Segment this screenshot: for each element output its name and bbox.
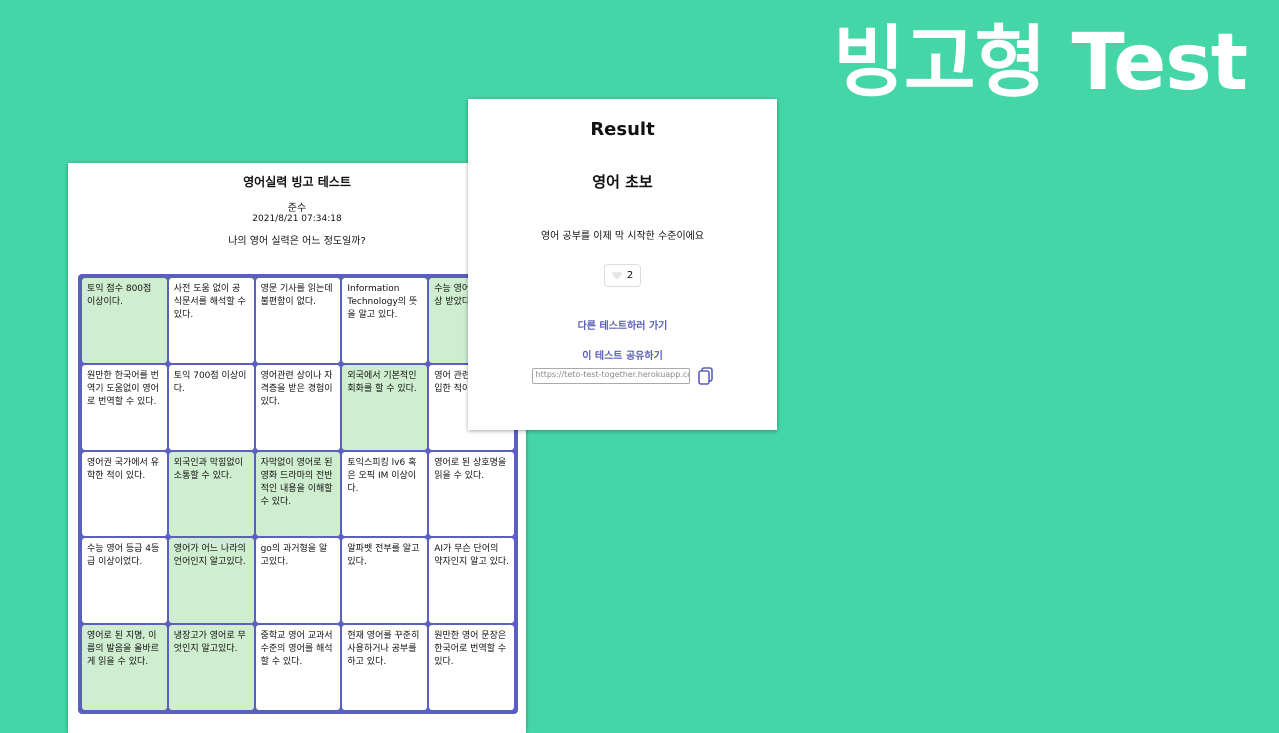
bingo-cell[interactable]: 사전 도움 없이 공식문서를 해석할 수 있다. xyxy=(168,278,254,363)
result-level: 영어 초보 xyxy=(592,173,653,191)
result-card: Result 영어 초보 영어 공부를 이제 막 시작한 수준이에요 2 다른 … xyxy=(468,99,777,430)
share-row: https://teto-test-together.herokuapp.com… xyxy=(468,367,777,385)
bingo-card: 영어실력 빙고 테스트 준수 2021/8/21 07:34:18 나의 영어 … xyxy=(68,163,526,733)
share-url-input[interactable]: https://teto-test-together.herokuapp.com… xyxy=(531,368,690,384)
bingo-cell[interactable]: Information Technology의 뜻을 알고 있다. xyxy=(342,278,428,363)
bingo-cell[interactable]: go의 과거형을 알고있다. xyxy=(255,538,341,624)
bingo-cell[interactable]: 현재 영어를 꾸준히 사용하거나 공부를 하고 있다. xyxy=(342,625,428,710)
bingo-cell[interactable]: 영어관련 상이나 자격증을 받은 경험이 있다. xyxy=(255,364,341,450)
bingo-cell[interactable]: 외국에서 기본적인 회화를 할 수 있다. xyxy=(342,364,428,450)
bingo-cell[interactable]: 영어로 된 상호명을 읽을 수 있다. xyxy=(429,451,514,537)
bingo-cell[interactable]: 영어로 된 지명, 이름의 발음을 올바르게 읽을 수 있다. xyxy=(82,625,167,710)
bingo-cell[interactable]: 영어가 어느 나라의 언어인지 알고있다. xyxy=(168,538,254,624)
bingo-question: 나의 영어 실력은 어느 정도일까? xyxy=(228,236,366,247)
result-description: 영어 공부를 이제 막 시작한 수준이에요 xyxy=(540,231,705,242)
heart-icon xyxy=(612,271,622,280)
bingo-title: 영어실력 빙고 테스트 xyxy=(243,175,351,189)
result-title: Result xyxy=(590,119,655,140)
bingo-cell[interactable]: 외국인과 막힘없이 소통할 수 있다. xyxy=(168,451,254,537)
bingo-cell[interactable]: 자막없이 영어로 된 영화 드라마의 전반적인 내용을 이해할 수 있다. xyxy=(255,451,341,537)
brand-title: 빙고형 Test xyxy=(833,18,1248,108)
bingo-cell[interactable]: 토익 점수 800점 이상이다. xyxy=(82,278,167,363)
bingo-cell[interactable]: 토익 700점 이상이다. xyxy=(168,364,254,450)
share-test-link[interactable]: 이 테스트 공유하기 xyxy=(468,347,777,362)
bingo-cell[interactable]: 알파벳 전부를 알고있다. xyxy=(342,538,428,624)
bingo-cell[interactable]: 원만한 한국어를 번역기 도움없이 영어로 번역할 수 있다. xyxy=(82,364,167,450)
like-count: 2 xyxy=(626,270,634,281)
bingo-cell[interactable]: 중학교 영어 교과서 수준의 영어를 해석할 수 있다. xyxy=(255,625,341,710)
like-button[interactable]: 2 xyxy=(603,264,642,287)
bingo-cell[interactable]: AI가 무슨 단어의 약자인지 알고 있다. xyxy=(429,538,514,624)
bingo-date: 2021/8/21 07:34:18 xyxy=(252,214,342,224)
bingo-grid: 토익 점수 800점 이상이다. 사전 도움 없이 공식문서를 해석할 수 있다.… xyxy=(78,274,518,714)
bingo-cell[interactable]: 영문 기사를 읽는데 불편함이 없다. xyxy=(255,278,341,363)
bingo-cell[interactable]: 수능 영어 등급 4등급 이상이었다. xyxy=(82,538,167,624)
bingo-cell[interactable]: 냉장고가 영어로 무엇인지 알고있다. xyxy=(168,625,254,710)
bingo-cell[interactable]: 원만한 영어 문장은 한국어로 번역할 수 있다. xyxy=(429,625,514,710)
bingo-cell[interactable]: 토익스피킹 lv6 혹은 오픽 IM 이상이다. xyxy=(342,451,428,537)
copy-icon[interactable] xyxy=(697,367,714,385)
bingo-user-name: 준수 xyxy=(287,203,307,214)
bingo-cell[interactable]: 영어권 국가에서 유학한 적이 있다. xyxy=(82,451,167,537)
other-test-link[interactable]: 다른 테스트하러 가기 xyxy=(468,317,777,332)
